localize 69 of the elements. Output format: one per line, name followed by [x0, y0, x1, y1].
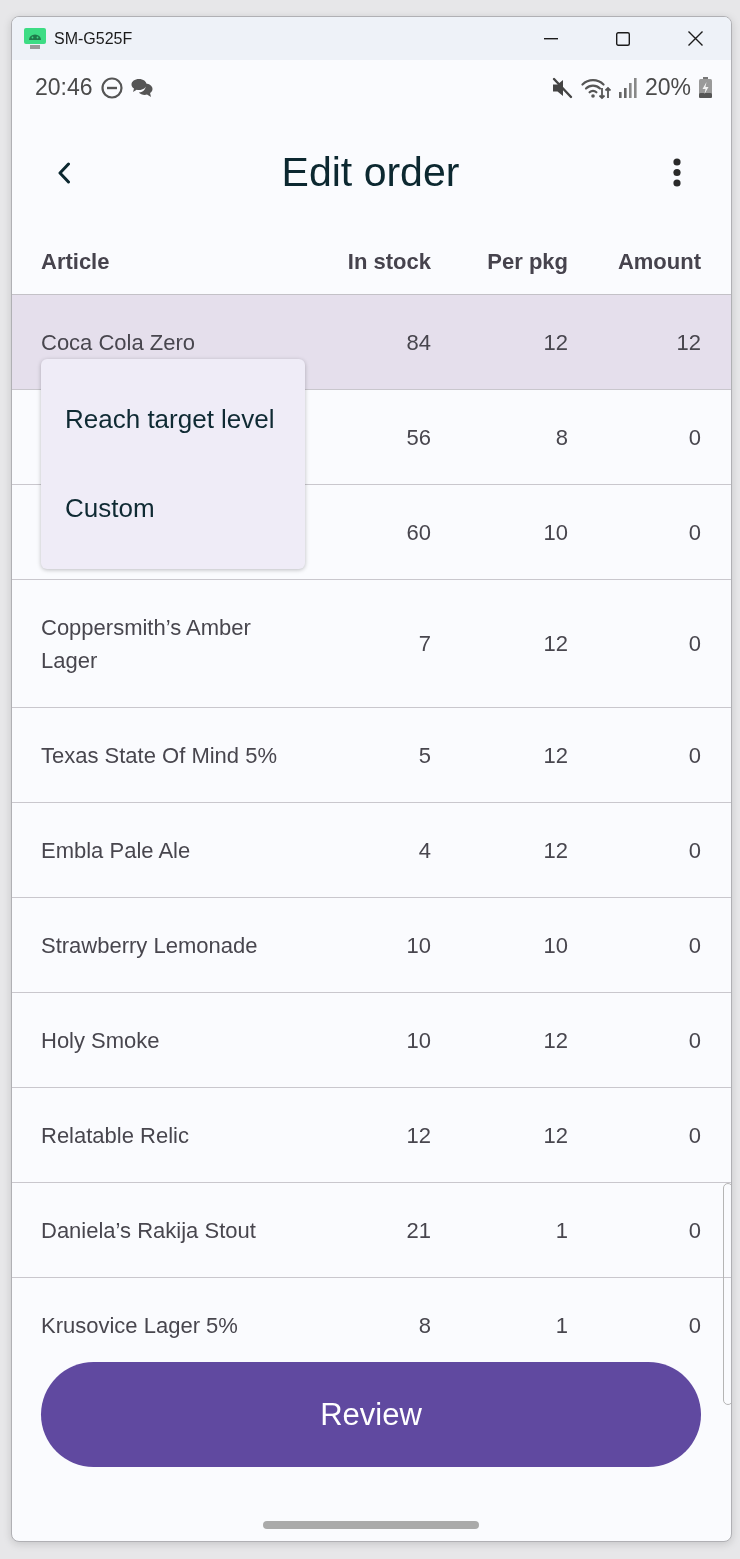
- table-cell-text: 12: [543, 1121, 568, 1150]
- table-row[interactable]: Relatable Relic 12 12 0: [12, 1088, 731, 1183]
- column-header: In stock: [347, 249, 431, 275]
- minimize-icon: [544, 37, 558, 40]
- table-cell-text: 10: [406, 931, 431, 960]
- table-cell-text: 12: [543, 630, 568, 658]
- table-row[interactable]: Daniela’s Rakija Stout 21 1 0: [12, 1183, 731, 1278]
- do-not-disturb-icon: [100, 76, 123, 99]
- table-cell-text: 0: [688, 836, 701, 865]
- table-cell-text: 5: [418, 741, 431, 770]
- table-cell-text: Krusovice Lager 5%: [41, 1311, 238, 1340]
- table-cell-text: 8: [555, 423, 568, 452]
- table-cell-text: 0: [688, 1121, 701, 1150]
- table-cell-text: Holy Smoke: [41, 1026, 160, 1055]
- table-cell-text: Embla Pale Ale: [41, 836, 191, 865]
- muted-speaker-icon: [550, 76, 573, 99]
- table-cell-text: 12: [543, 836, 568, 865]
- table-cell-text: 0: [688, 741, 701, 770]
- table-cell-text: Coppersmith’s Amber Lager: [41, 613, 252, 675]
- table-row[interactable]: Strawberry Lemonade 10 10 0: [12, 898, 731, 993]
- table-cell-text: Texas State Of Mind 5%: [41, 741, 277, 770]
- table-row[interactable]: Coppersmith’s Amber Lager 7 12 0: [12, 580, 731, 708]
- table-cell-text: 0: [688, 518, 701, 547]
- battery-charging-icon: [699, 77, 712, 98]
- table-cell-text: 12: [543, 741, 568, 770]
- table-row[interactable]: Embla Pale Ale 4 12 0: [12, 803, 731, 898]
- signal-icon: [618, 77, 637, 98]
- table-cell-text: 12: [676, 328, 701, 357]
- table-cell-text: 12: [543, 328, 568, 357]
- table-cell-text: 0: [688, 423, 701, 452]
- table-cell-text: Strawberry Lemonade: [41, 931, 258, 960]
- table-cell-text: 10: [406, 1026, 431, 1055]
- close-icon: [687, 31, 703, 46]
- table-cell-text: 0: [688, 1216, 701, 1245]
- table-cell-text: 21: [406, 1216, 431, 1245]
- table-cell-text: Daniela’s Rakija Stout: [41, 1216, 256, 1245]
- table-cell-text: 12: [406, 1121, 431, 1150]
- table-cell-text: 7: [418, 630, 431, 658]
- table-cell-text: 56: [406, 423, 431, 452]
- review-button[interactable]: Review: [41, 1362, 701, 1467]
- table-cell-text: 12: [543, 1026, 568, 1055]
- table-cell-text: 1: [555, 1311, 568, 1340]
- page-title: Edit order: [281, 149, 460, 196]
- table-cell-text: 10: [543, 518, 568, 547]
- table-cell-text: 0: [688, 630, 701, 658]
- chevron-left-icon: [57, 161, 71, 184]
- table-cell-text: 8: [418, 1311, 431, 1340]
- table-cell-text: 10: [543, 931, 568, 960]
- table-cell-text: 4: [418, 836, 431, 865]
- chat-bubbles-icon: [130, 77, 153, 98]
- table-cell-text: Relatable Relic: [41, 1121, 189, 1150]
- maximize-icon: [616, 31, 630, 46]
- android-icon: [24, 28, 46, 49]
- table-cell-text: 0: [688, 931, 701, 960]
- table-row[interactable]: Texas State Of Mind 5% 5 12 0: [12, 708, 731, 803]
- column-header: Amount: [617, 249, 701, 275]
- table-cell-text: 0: [688, 1311, 701, 1340]
- column-header: Article: [41, 249, 110, 275]
- table-cell-text: 60: [406, 518, 431, 547]
- status-time: 20:46: [35, 74, 93, 101]
- table-row[interactable]: Holy Smoke 10 12 0: [12, 993, 731, 1088]
- table-cell-text: 0: [688, 1026, 701, 1055]
- table-cell-text: 1: [555, 1216, 568, 1245]
- table-cell-text: Coca Cola Zero: [41, 328, 196, 357]
- column-header: Per pkg: [487, 249, 568, 275]
- more-vertical-icon: [673, 158, 681, 187]
- window-title: SM-G525F: [54, 29, 133, 48]
- battery-percent: 20%: [644, 74, 691, 101]
- table-cell-text: 84: [406, 328, 431, 357]
